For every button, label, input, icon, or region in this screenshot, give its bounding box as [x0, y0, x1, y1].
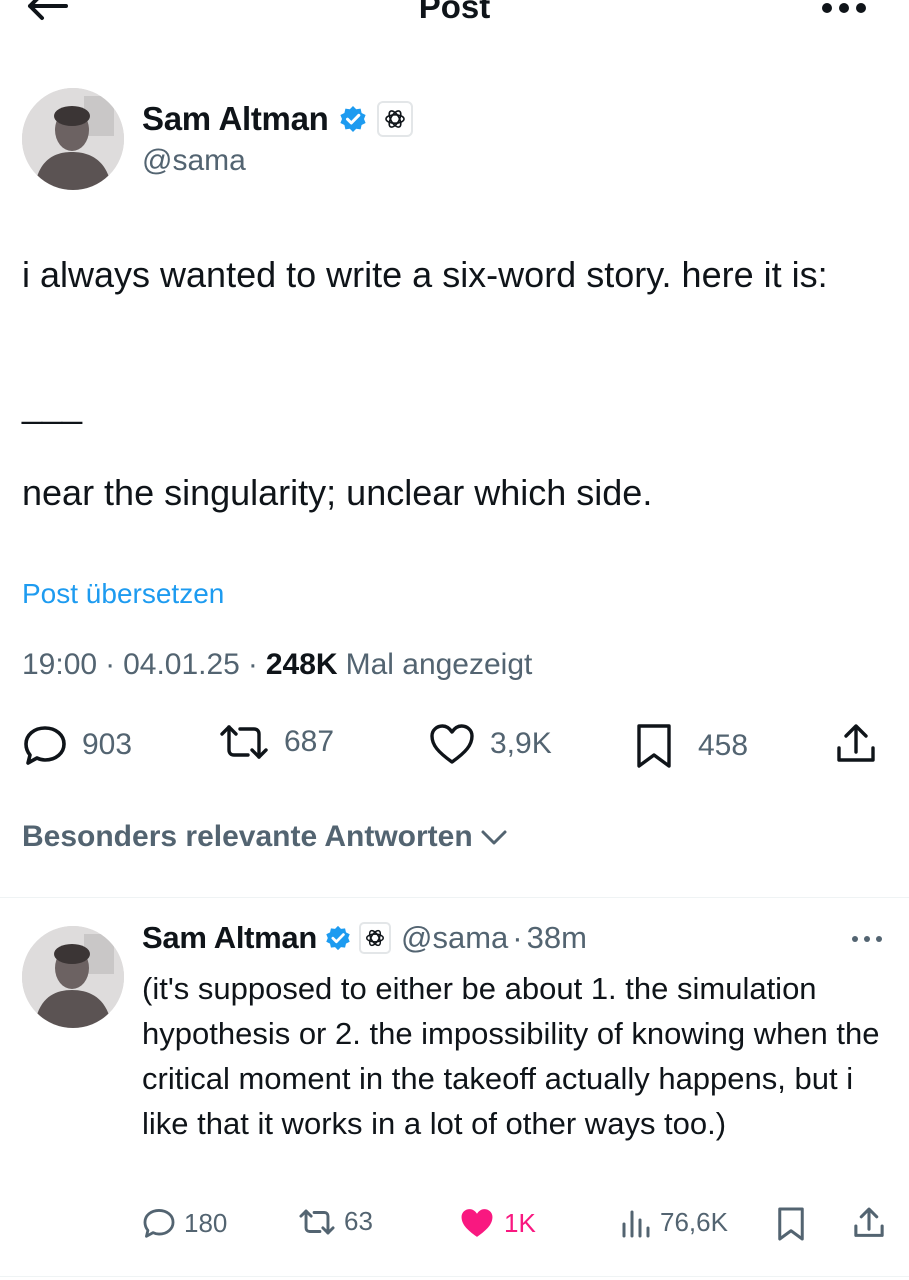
- more-horizontal-icon: [852, 936, 882, 942]
- analytics-icon: [622, 1210, 650, 1238]
- repost-button[interactable]: 63: [298, 1206, 373, 1237]
- heart-icon: [430, 724, 474, 764]
- openai-logo-icon: [366, 929, 384, 947]
- separator-dot: ·: [512, 920, 523, 955]
- affiliation-badge[interactable]: [376, 101, 413, 137]
- more-button[interactable]: [819, 0, 869, 18]
- affiliation-badge[interactable]: [359, 922, 392, 954]
- share-icon: [854, 1207, 884, 1237]
- verified-badge-icon: [326, 925, 350, 951]
- post-text-line: i always wanted to write a six-word stor…: [22, 254, 828, 295]
- openai-logo-icon: [384, 110, 405, 128]
- author-name-line: Sam Altman: [142, 100, 413, 138]
- reply-button[interactable]: 180: [142, 1206, 227, 1240]
- views-count: 76,6K: [660, 1206, 728, 1237]
- heart-filled-icon: [461, 1209, 493, 1237]
- reply-count: 180: [184, 1207, 228, 1238]
- reply-actions: 180 63 1K 76,6K: [142, 1206, 892, 1246]
- reply-author-name[interactable]: Sam Altman: [142, 920, 317, 956]
- bookmark-icon: [778, 1207, 804, 1241]
- divider: [0, 1276, 909, 1277]
- views-label: Mal angezeigt: [345, 648, 533, 681]
- repost-count: 63: [344, 1206, 373, 1236]
- repost-icon: [299, 1209, 335, 1234]
- reply-time[interactable]: 38m: [527, 920, 587, 956]
- avatar[interactable]: [22, 88, 124, 190]
- post-text-line: near the singularity; unclear which side…: [22, 472, 653, 513]
- reply-icon: [24, 726, 66, 765]
- author-handle[interactable]: @sama: [142, 144, 246, 178]
- verified-badge-icon: [339, 106, 366, 132]
- separator-dot: ·: [105, 648, 116, 681]
- post-date[interactable]: 04.01.25: [123, 648, 240, 682]
- profile-photo: [22, 926, 124, 1028]
- divider: [0, 897, 909, 898]
- reply-author-handle[interactable]: @sama: [401, 920, 508, 956]
- translate-link[interactable]: Post übersetzen: [22, 578, 224, 610]
- like-button[interactable]: 1K: [458, 1206, 536, 1240]
- views-count: 248K: [265, 648, 338, 681]
- reply-text: (it's supposed to either be about 1. the…: [142, 971, 880, 1141]
- bookmark-button[interactable]: 458: [634, 722, 748, 770]
- like-button[interactable]: 3,9K: [428, 722, 552, 766]
- reply-more-button[interactable]: [850, 932, 884, 946]
- reply-button[interactable]: 903: [22, 722, 132, 768]
- reply-header: Sam Altman @sama · 38m: [142, 920, 587, 956]
- bookmark-icon: [637, 724, 671, 768]
- replies-sort-label: Besonders relevante Antworten: [22, 820, 473, 853]
- chevron-down-icon: [481, 830, 507, 845]
- bookmark-button[interactable]: [776, 1206, 814, 1242]
- top-bar: Post: [0, 0, 909, 40]
- avatar[interactable]: [22, 926, 124, 1028]
- author-name[interactable]: Sam Altman: [142, 100, 329, 138]
- like-count: 3,9K: [490, 727, 552, 760]
- repost-count: 687: [284, 725, 335, 758]
- bookmark-count: 458: [698, 729, 749, 762]
- post-author: Sam Altman @sama: [22, 88, 882, 198]
- post-meta: 19:00 · 04.01.25 · 248K Mal angezeigt: [22, 648, 532, 682]
- repost-button[interactable]: 687: [218, 722, 334, 762]
- repost-icon: [220, 725, 268, 759]
- reply-icon: [143, 1209, 175, 1238]
- separator-dot: ·: [247, 648, 258, 681]
- like-count: 1K: [504, 1207, 536, 1238]
- reply-item[interactable]: Sam Altman @sama · 38m (it's supposed to…: [22, 920, 892, 1260]
- more-horizontal-icon: [822, 3, 866, 13]
- reply-count: 903: [82, 728, 133, 761]
- post-actions: 903 687 3,9K 458: [22, 722, 882, 772]
- share-button[interactable]: [834, 722, 892, 766]
- post-text-line: ___: [22, 384, 83, 425]
- replies-sort-dropdown[interactable]: Besonders relevante Antworten: [22, 820, 509, 854]
- views-button[interactable]: 76,6K: [620, 1206, 728, 1238]
- share-button[interactable]: [852, 1206, 894, 1240]
- page-title: Post: [418, 0, 491, 25]
- share-icon: [837, 724, 875, 762]
- profile-photo: [22, 88, 124, 190]
- post-time[interactable]: 19:00: [22, 648, 97, 682]
